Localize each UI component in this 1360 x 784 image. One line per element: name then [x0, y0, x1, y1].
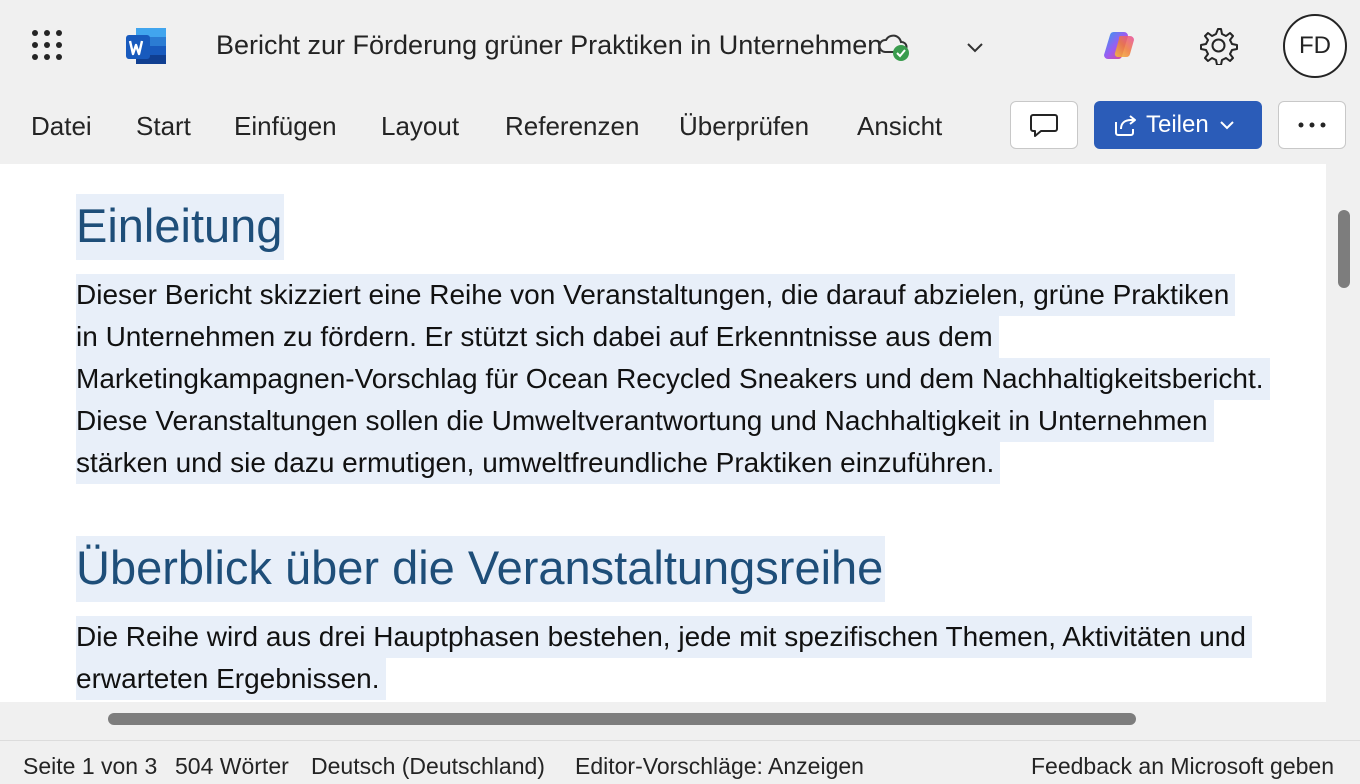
status-bar: Seite 1 von 3 504 Wörter Deutsch (Deutsc…	[0, 740, 1360, 784]
paragraph-line: Dieser Bericht skizziert eine Reihe von …	[76, 274, 1236, 316]
paragraph-line: in Unternehmen zu fördern. Er stützt sic…	[76, 316, 999, 358]
document-title[interactable]: Bericht zur Förderung grüner Praktiken i…	[216, 30, 882, 61]
horizontal-scrollbar[interactable]	[108, 713, 1136, 725]
paragraph-overview[interactable]: Die Reihe wird aus drei Hauptphasen best…	[76, 616, 1320, 700]
comment-button[interactable]	[1010, 101, 1078, 149]
share-button[interactable]: Teilen	[1094, 101, 1262, 149]
heading-ueberblick[interactable]: Überblick über die Veranstaltungsreihe	[76, 536, 886, 602]
gear-icon[interactable]	[1198, 25, 1238, 65]
more-options-button[interactable]	[1278, 101, 1346, 149]
page-count[interactable]: Seite 1 von 3	[23, 753, 157, 780]
share-icon	[1115, 115, 1136, 136]
chevron-down-icon	[1220, 121, 1234, 130]
editor-suggestions[interactable]: Editor-Vorschläge: Anzeigen	[575, 753, 864, 780]
tab-ansicht[interactable]: Ansicht	[857, 111, 942, 142]
word-logo-icon	[126, 28, 166, 64]
language-status[interactable]: Deutsch (Deutschland)	[311, 753, 545, 780]
vertical-scrollbar[interactable]	[1338, 210, 1350, 288]
copilot-icon[interactable]	[1100, 26, 1140, 66]
avatar[interactable]: FD	[1283, 14, 1347, 78]
document-body[interactable]: Einleitung Dieser Bericht skizziert eine…	[76, 194, 1320, 700]
cloud-saved-icon[interactable]	[876, 28, 912, 64]
feedback-link[interactable]: Feedback an Microsoft geben	[1031, 753, 1334, 780]
tab-referenzen[interactable]: Referenzen	[505, 111, 639, 142]
paragraph-intro[interactable]: Dieser Bericht skizziert eine Reihe von …	[76, 274, 1320, 484]
tab-einfuegen[interactable]: Einfügen	[234, 111, 337, 142]
paragraph-line: Marketingkampagnen-Vorschlag für Ocean R…	[76, 358, 1270, 400]
title-bar: Bericht zur Förderung grüner Praktiken i…	[0, 0, 1360, 92]
tab-layout[interactable]: Layout	[381, 111, 459, 142]
word-count[interactable]: 504 Wörter	[175, 753, 289, 780]
ribbon-tabs: Datei Start Einfügen Layout Referenzen Ü…	[0, 92, 1360, 164]
paragraph-line: Die Reihe wird aus drei Hauptphasen best…	[76, 616, 1252, 658]
share-label: Teilen	[1146, 111, 1209, 138]
tab-start[interactable]: Start	[136, 111, 191, 142]
paragraph-line: Diese Veranstaltungen sollen die Umweltv…	[76, 400, 1214, 442]
tab-datei[interactable]: Datei	[31, 111, 92, 142]
app-launcher-icon[interactable]	[30, 28, 64, 62]
heading-einleitung[interactable]: Einleitung	[76, 194, 285, 260]
document-canvas[interactable]: Einleitung Dieser Bericht skizziert eine…	[0, 164, 1360, 740]
paragraph-line: erwarteten Ergebnissen.	[76, 658, 386, 700]
more-icon	[1298, 122, 1326, 128]
chevron-down-icon[interactable]	[962, 34, 988, 60]
document-page[interactable]: Einleitung Dieser Bericht skizziert eine…	[0, 164, 1326, 702]
paragraph-line: stärken und sie dazu ermutigen, umweltfr…	[76, 442, 1001, 484]
comment-icon	[1030, 114, 1058, 137]
tab-ueberpruefen[interactable]: Überprüfen	[679, 111, 809, 142]
